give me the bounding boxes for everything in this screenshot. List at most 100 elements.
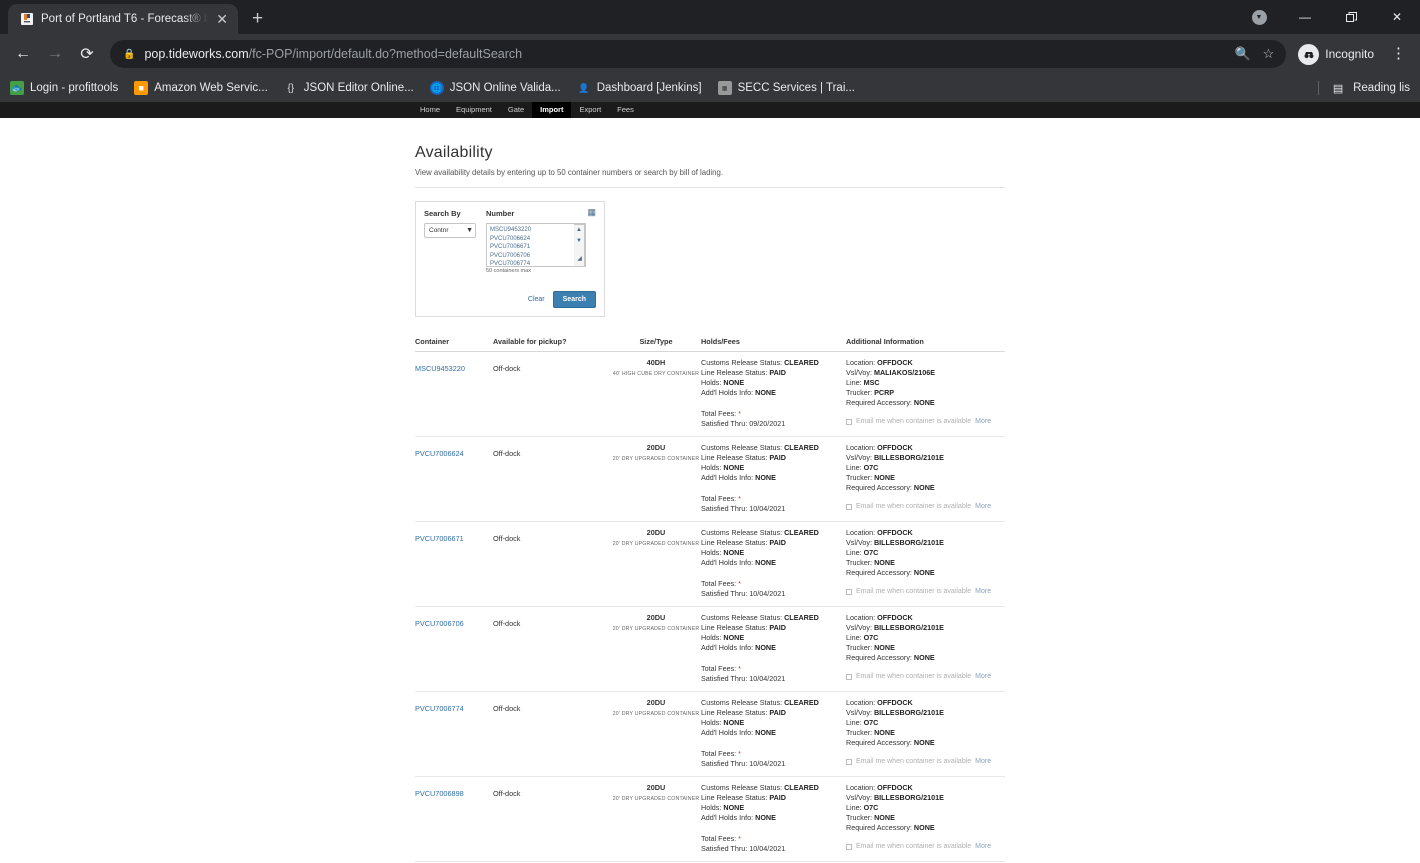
email-notify-row[interactable]: Email me when container is available More: [846, 418, 1005, 425]
close-icon[interactable]: ✕: [215, 12, 229, 26]
browser-tab[interactable]: Port of Portland T6 - Forecast® b ✕: [8, 4, 238, 34]
nav-item-import[interactable]: Import: [532, 102, 572, 118]
bookmark-label: SECC Services | Trai...: [737, 82, 855, 94]
bookmark-item[interactable]: 🐟 Login - profittools: [10, 81, 118, 95]
kebab-menu-icon[interactable]: ⋮: [1385, 46, 1412, 61]
email-notify-label: Email me when container is available: [856, 843, 972, 850]
size-type-description: 40' HIGH CUBE DRY CONTAINER: [612, 371, 700, 377]
holds: Holds: NONE: [701, 548, 745, 557]
window-controls: ▼ — ✕: [1236, 0, 1420, 34]
line-release-status: Line Release Status: PAID: [701, 623, 786, 632]
more-link[interactable]: More: [975, 418, 991, 425]
nav-item-export[interactable]: Export: [571, 103, 609, 117]
container-link[interactable]: PVCU7006774: [415, 704, 464, 713]
bookmark-item[interactable]: {} JSON Editor Online...: [284, 81, 413, 95]
port-logo-icon: [19, 12, 34, 27]
page-viewport: Home Equipment Gate Import Export Fees A…: [0, 102, 1420, 863]
more-link[interactable]: More: [975, 588, 991, 595]
email-notify-row[interactable]: Email me when container is available More: [846, 843, 1005, 850]
nav-item-home[interactable]: Home: [412, 103, 448, 117]
scroll-down-icon[interactable]: ▼: [574, 236, 584, 247]
incognito-indicator[interactable]: Incognito: [1294, 40, 1383, 68]
resize-grip-icon[interactable]: ◢: [574, 255, 585, 266]
bookmark-item[interactable]: 👤 Dashboard [Jenkins]: [577, 81, 701, 95]
address-bar[interactable]: 🔒 pop.tideworks.com/fc-POP/import/defaul…: [110, 40, 1287, 68]
trucker: Trucker: NONE: [846, 473, 895, 482]
search-button[interactable]: Search: [552, 291, 596, 308]
nav-item-fees[interactable]: Fees: [609, 103, 642, 117]
email-notify-checkbox[interactable]: [846, 418, 852, 425]
star-icon[interactable]: ☆: [1263, 46, 1275, 62]
email-notify-checkbox[interactable]: [846, 588, 852, 595]
more-link[interactable]: More: [975, 843, 991, 850]
grid-icon[interactable]: ▦: [587, 208, 596, 217]
email-notify-checkbox[interactable]: [846, 673, 852, 680]
bookmark-item[interactable]: ■ Amazon Web Servic...: [134, 81, 268, 95]
container-link[interactable]: PVCU7006706: [415, 619, 464, 628]
addl-holds-info: Add'l Holds Info: NONE: [701, 388, 776, 397]
col-header-available: Available for pickup?: [493, 337, 567, 346]
trucker: Trucker: NONE: [846, 728, 895, 737]
tab-strip: Port of Portland T6 - Forecast® b ✕ +: [0, 0, 263, 34]
more-link[interactable]: More: [975, 758, 991, 765]
email-notify-row[interactable]: Email me when container is available More: [846, 503, 1005, 510]
size-type-description: 20' DRY UPGRADED CONTAINER: [612, 541, 700, 547]
container-link[interactable]: PVCU7006624: [415, 449, 464, 458]
email-notify-checkbox[interactable]: [846, 758, 852, 765]
new-tab-button[interactable]: +: [252, 9, 263, 28]
nav-item-equipment[interactable]: Equipment: [448, 103, 500, 117]
email-notify-row[interactable]: Email me when container is available More: [846, 673, 1005, 680]
minimize-button[interactable]: —: [1282, 0, 1328, 34]
required-accessory: Required Accessory: NONE: [846, 483, 935, 492]
availability-status: Off-dock: [493, 704, 521, 713]
close-window-button[interactable]: ✕: [1374, 0, 1420, 34]
size-type-description: 20' DRY UPGRADED CONTAINER: [612, 456, 700, 462]
satisfied-thru: Satisfied Thru: 10/04/2021: [701, 589, 786, 598]
divider: [415, 187, 1005, 188]
satisfied-thru: Satisfied Thru: 10/04/2021: [701, 674, 786, 683]
email-notify-checkbox[interactable]: [846, 843, 852, 850]
secc-icon: ▦: [717, 81, 732, 95]
url-host: pop.tideworks.com: [144, 47, 249, 61]
container-link[interactable]: PVCU7006898: [415, 789, 464, 798]
search-icon[interactable]: 🔍: [1234, 46, 1250, 62]
availability-status: Off-dock: [493, 534, 521, 543]
email-notify-checkbox[interactable]: [846, 503, 852, 510]
size-type-code: 20DU: [646, 783, 666, 792]
container-link[interactable]: PVCU7006671: [415, 534, 464, 543]
forward-arrow-icon[interactable]: →: [40, 39, 70, 69]
trucker: Trucker: PCRP: [846, 388, 895, 397]
line-code: Line: O7C: [846, 548, 879, 557]
bookmark-label: Amazon Web Servic...: [154, 82, 268, 94]
holds: Holds: NONE: [701, 378, 745, 387]
bookmark-item[interactable]: ▦ SECC Services | Trai...: [717, 81, 855, 95]
total-fees: Total Fees: *: [701, 494, 741, 503]
availability-status: Off-dock: [493, 789, 521, 798]
browser-titlebar: Port of Portland T6 - Forecast® b ✕ + ▼ …: [0, 0, 1420, 34]
vessel-voyage: Vsl/Voy: BILLESBORG/2101E: [846, 793, 944, 802]
satisfied-thru: Satisfied Thru: 10/04/2021: [701, 844, 786, 853]
update-available-icon[interactable]: ▼: [1236, 0, 1282, 34]
table-row: PVCU7006898 Off-dock 20DU 20' DRY UPGRADED …: [415, 777, 1005, 862]
col-header-size-type: Size/Type: [639, 337, 673, 346]
page-content: Availability View availability details b…: [0, 118, 1420, 863]
scroll-up-icon[interactable]: ▲: [574, 225, 584, 236]
reload-icon[interactable]: ⟳: [72, 39, 102, 69]
search-by-select[interactable]: Contnr ▼: [424, 223, 476, 238]
more-link[interactable]: More: [975, 503, 991, 510]
url-path: /fc-POP/import/default.do?method=default…: [248, 47, 523, 61]
reading-list-icon: ▤: [1332, 82, 1344, 95]
required-accessory: Required Accessory: NONE: [846, 568, 935, 577]
email-notify-row[interactable]: Email me when container is available More: [846, 588, 1005, 595]
maximize-button[interactable]: [1328, 0, 1374, 34]
back-arrow-icon[interactable]: ←: [8, 39, 38, 69]
search-panel: Search By Contnr ▼ Number ▦ MSCU9453220 …: [415, 201, 605, 317]
more-link[interactable]: More: [975, 673, 991, 680]
clear-button[interactable]: Clear: [528, 296, 545, 303]
email-notify-row[interactable]: Email me when container is available More: [846, 758, 1005, 765]
reading-list-button[interactable]: ▤ Reading lis: [1318, 81, 1410, 95]
container-link[interactable]: MSCU9453220: [415, 364, 465, 373]
bookmark-item[interactable]: 🌐 JSON Online Valida...: [429, 81, 561, 95]
container-numbers-textarea[interactable]: MSCU9453220 PVCU7006624 PVCU7006671 PVCU…: [486, 223, 586, 267]
nav-item-gate[interactable]: Gate: [500, 103, 532, 117]
